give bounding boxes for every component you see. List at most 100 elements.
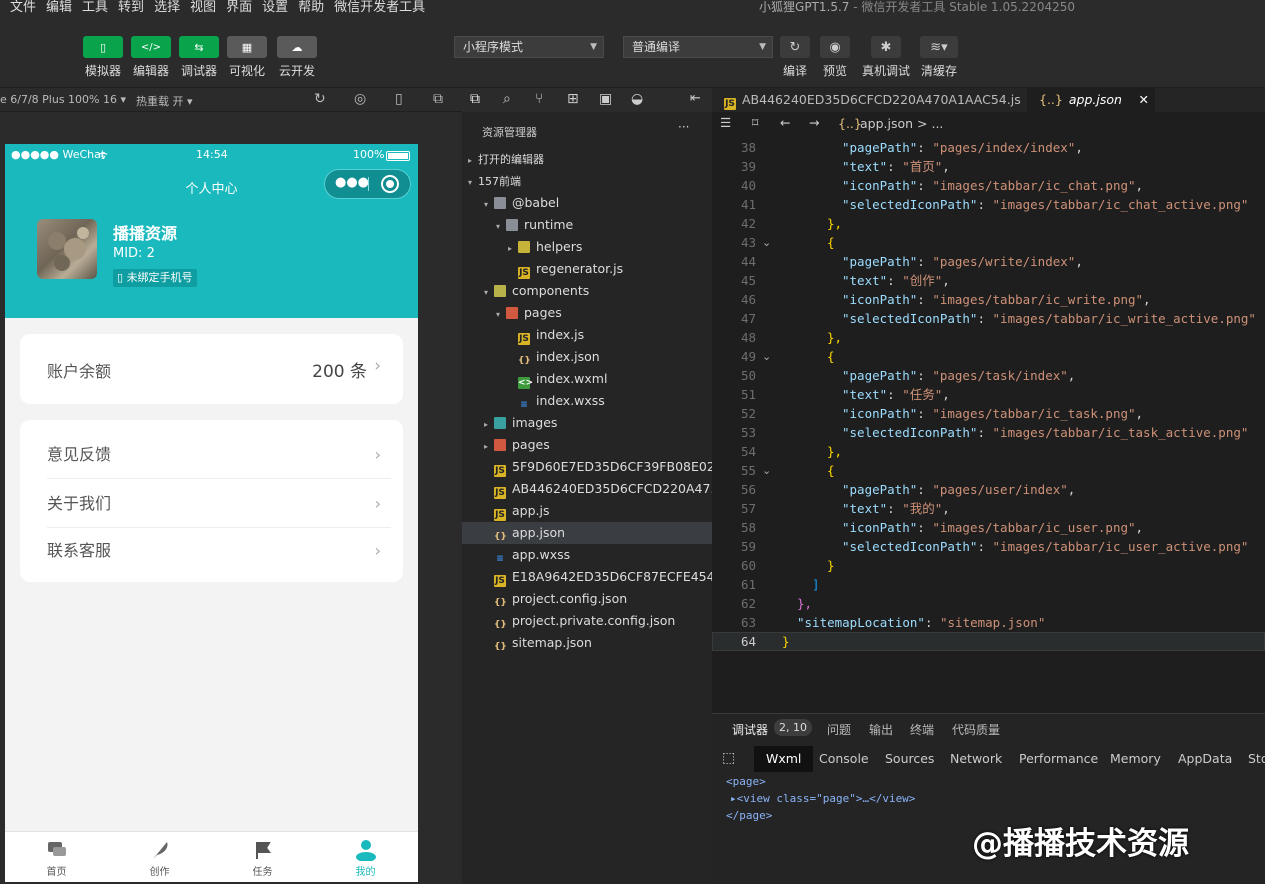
tree-item[interactable]: JS E18A9642ED35D6CF87ECFE454...: [462, 566, 712, 588]
hotreload-select[interactable]: 热重载 开 ▾: [136, 93, 193, 109]
window-icon[interactable]: ⧉: [433, 91, 443, 107]
tree-item[interactable]: ≡ index.wxss: [462, 390, 712, 412]
subtab-performance[interactable]: Performance: [1019, 746, 1098, 772]
compile-select[interactable]: 普通编译 ▼: [623, 36, 773, 58]
subtab-sources[interactable]: Sources: [885, 746, 934, 772]
cloud-button[interactable]: ☁: [277, 36, 317, 58]
subtab-network[interactable]: Network: [950, 746, 1002, 772]
menu-edit[interactable]: 编辑: [46, 0, 72, 15]
wxml-line[interactable]: ▸<view class="page">…</view>: [730, 790, 915, 807]
subtab-console[interactable]: Console: [819, 746, 869, 772]
list-icon[interactable]: ☰: [720, 115, 731, 130]
close-icon[interactable]: ✕: [1139, 88, 1149, 112]
storage-icon[interactable]: ▣: [599, 91, 612, 107]
phone-outline-icon[interactable]: ▯: [395, 91, 403, 107]
preview-button[interactable]: ◉: [820, 36, 850, 58]
tab-task[interactable]: 任务: [211, 832, 314, 882]
tree-item[interactable]: ▸ 打开的编辑器: [462, 148, 712, 170]
simulator-button[interactable]: ▯: [83, 36, 123, 58]
remote-debug-button[interactable]: ✱: [871, 36, 901, 58]
fold-icon[interactable]: ⌄: [762, 347, 771, 366]
tree-item[interactable]: ▸ images: [462, 412, 712, 434]
inspect-icon[interactable]: ⬚: [722, 750, 735, 766]
tree-item[interactable]: JS AB446240ED35D6CFCD220A47...: [462, 478, 712, 500]
mode-select[interactable]: 小程序模式 ▼: [454, 36, 604, 58]
capsule-menu[interactable]: ●●●: [324, 169, 411, 199]
compile-button[interactable]: ↻: [780, 36, 810, 58]
more-icon[interactable]: ···: [678, 120, 689, 134]
tree-item[interactable]: ≡ app.wxss: [462, 544, 712, 566]
menu-item-service[interactable]: 联系客服 ›: [47, 527, 391, 575]
tab-problems[interactable]: 问题: [827, 721, 851, 738]
fold-icon[interactable]: ⌄: [762, 233, 771, 252]
close-circle-icon[interactable]: [381, 175, 399, 193]
git-icon[interactable]: ⑂: [535, 91, 543, 107]
menu-item-feedback[interactable]: 意见反馈 ›: [47, 431, 391, 479]
tree-item[interactable]: ▸ pages: [462, 434, 712, 456]
tree-item[interactable]: {} app.json: [462, 522, 712, 544]
more-dots-icon[interactable]: ●●●: [335, 175, 369, 190]
menu-file[interactable]: 文件: [10, 0, 36, 15]
bind-phone-badge[interactable]: ▯ 未绑定手机号: [113, 269, 197, 287]
extensions-icon[interactable]: ⊞: [567, 91, 579, 107]
device-select[interactable]: e 6/7/8 Plus 100% 16 ▾: [0, 93, 126, 106]
tree-item[interactable]: {} project.private.config.json: [462, 610, 712, 632]
files-icon[interactable]: ⧉: [470, 91, 480, 107]
tab-output[interactable]: 输出: [869, 721, 893, 738]
menu-settings[interactable]: 设置: [262, 0, 288, 15]
menu-view[interactable]: 视图: [190, 0, 216, 15]
tab-user[interactable]: 我的: [314, 832, 417, 882]
tree-item[interactable]: ▾ 157前端: [462, 170, 712, 192]
tree-item[interactable]: JS index.js: [462, 324, 712, 346]
tree-item[interactable]: ▾ runtime: [462, 214, 712, 236]
rotate-icon[interactable]: ↻: [314, 91, 326, 107]
menu-select[interactable]: 选择: [154, 0, 180, 15]
tree-item[interactable]: ▾ pages: [462, 302, 712, 324]
editor-button[interactable]: </>: [131, 36, 171, 58]
balance-card[interactable]: 账户余额 200 条 ›: [20, 334, 403, 404]
menu-tools[interactable]: 工具: [82, 0, 108, 15]
tree-item[interactable]: JS regenerator.js: [462, 258, 712, 280]
tree-item[interactable]: JS 5F9D60E7ED35D6CF39FB08E02...: [462, 456, 712, 478]
tree-item[interactable]: ▸ helpers: [462, 236, 712, 258]
subtab-wxml[interactable]: Wxml: [754, 746, 814, 772]
menu-devtools[interactable]: 微信开发者工具: [334, 0, 425, 15]
tab-terminal[interactable]: 终端: [910, 721, 934, 738]
menu-goto[interactable]: 转到: [118, 0, 144, 15]
tab-write[interactable]: 创作: [108, 832, 211, 882]
debugger-button[interactable]: ⇆: [179, 36, 219, 58]
code-area[interactable]: 38 "pagePath": "pages/index/index", 39 "tex…: [712, 138, 1265, 713]
menu-help[interactable]: 帮助: [298, 0, 324, 15]
tree-item[interactable]: JS app.js: [462, 500, 712, 522]
subtab-memory[interactable]: Memory: [1110, 746, 1161, 772]
visual-button[interactable]: ▦: [227, 36, 267, 58]
clear-cache-button[interactable]: ≋▾: [920, 36, 958, 58]
wxml-line[interactable]: </page>: [726, 807, 772, 824]
tab-home[interactable]: 首页: [5, 832, 108, 882]
arrow-right-icon[interactable]: →: [809, 115, 819, 130]
tab-code-quality[interactable]: 代码质量: [952, 721, 1000, 738]
subtab-storage[interactable]: Sto: [1248, 746, 1265, 772]
tree-item[interactable]: {} project.config.json: [462, 588, 712, 610]
subtab-appdata[interactable]: AppData: [1178, 746, 1232, 772]
fold-icon[interactable]: ⌄: [762, 461, 771, 480]
bookmark-icon[interactable]: ⌑: [752, 115, 758, 130]
tab-ab446240-js[interactable]: JS AB446240ED35D6CFCD220A470A1AAC54.js: [712, 88, 1027, 112]
breadcrumb-path[interactable]: app.json > ...: [860, 116, 943, 131]
menu-item-about[interactable]: 关于我们 ›: [47, 480, 391, 528]
tab-app-json[interactable]: {..} app.json ✕: [1027, 88, 1155, 112]
arrow-left-icon[interactable]: ←: [780, 115, 790, 130]
collapse-panel-icon[interactable]: ⇤: [690, 91, 701, 106]
menu-interface[interactable]: 界面: [226, 0, 252, 15]
tree-item[interactable]: <> index.wxml: [462, 368, 712, 390]
docker-icon[interactable]: ◒: [631, 91, 643, 107]
tree-item[interactable]: {} sitemap.json: [462, 632, 712, 654]
tree-item[interactable]: ▾ @babel: [462, 192, 712, 214]
wxml-line[interactable]: <page>: [726, 773, 766, 790]
tree-item[interactable]: {} index.json: [462, 346, 712, 368]
stop-icon[interactable]: ◎: [354, 91, 366, 107]
avatar[interactable]: [37, 219, 97, 279]
tree-item[interactable]: ▾ components: [462, 280, 712, 302]
tab-debugger[interactable]: 调试器: [732, 721, 768, 738]
search-icon[interactable]: ⌕: [503, 91, 511, 107]
